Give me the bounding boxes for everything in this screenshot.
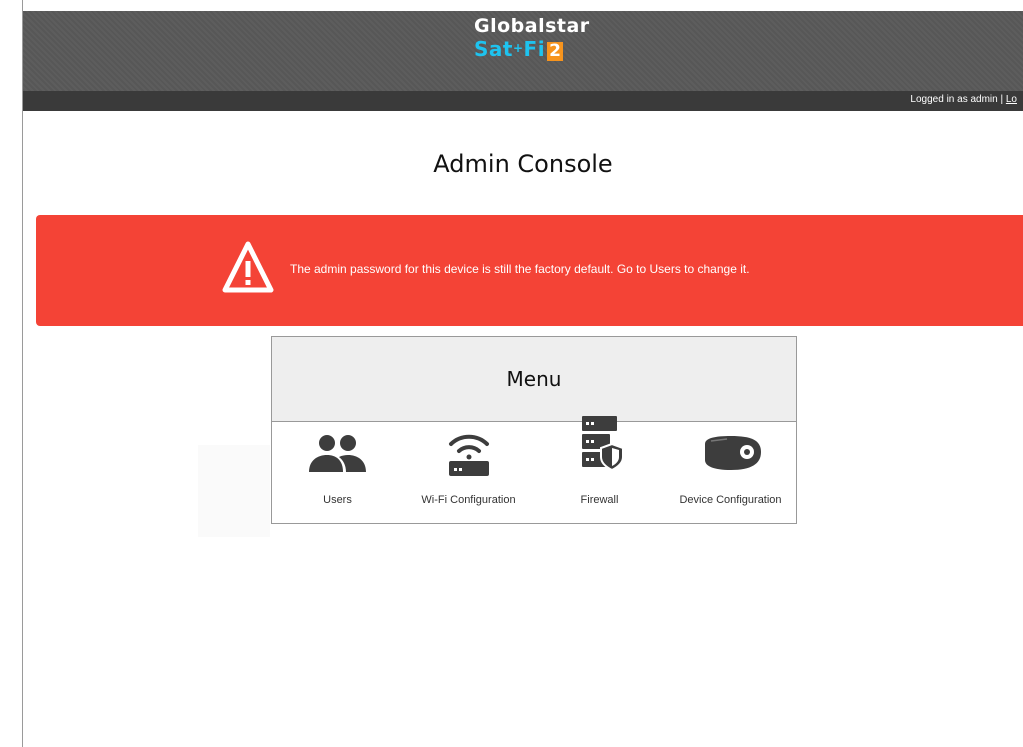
- logo-plus: +: [512, 41, 524, 55]
- menu-item-users[interactable]: Users: [272, 422, 403, 523]
- status-bar: Logged in as admin | Lo: [23, 91, 1023, 111]
- wifi-router-icon: [448, 434, 489, 476]
- left-border: [22, 0, 23, 747]
- menu-item-label: Users: [323, 494, 352, 506]
- menu-item-firewall[interactable]: Firewall: [534, 416, 665, 523]
- firewall-server-icon: [581, 416, 624, 472]
- alert-message: The admin password for this device is st…: [290, 262, 750, 276]
- menu-title: Menu: [272, 337, 796, 422]
- login-status-text: Logged in as admin |: [910, 94, 1006, 105]
- faint-artifact: [198, 445, 270, 537]
- logo-badge: 2: [547, 41, 564, 61]
- menu-panel: Menu Users Wi-Fi Configuration Firewall …: [271, 336, 797, 524]
- logout-link[interactable]: Lo: [1006, 94, 1017, 105]
- warning-triangle-icon: [222, 241, 274, 293]
- globalstar-satfi2-logo: Globalstar Sat+Fi 2: [474, 15, 614, 61]
- logo-text-line2: Sat+Fi 2: [474, 37, 614, 61]
- default-password-alert: The admin password for this device is st…: [36, 215, 1023, 326]
- menu-items: Users Wi-Fi Configuration Firewall Devic…: [272, 416, 796, 523]
- menu-item-label: Device Configuration: [679, 494, 782, 506]
- menu-item-label: Firewall: [580, 494, 619, 506]
- menu-item-wifi-configuration[interactable]: Wi-Fi Configuration: [403, 422, 534, 523]
- users-icon: [308, 435, 366, 472]
- top-header: Globalstar Sat+Fi 2: [23, 11, 1023, 91]
- page-title: Admin Console: [433, 150, 613, 178]
- menu-item-device-configuration[interactable]: Device Configuration: [665, 422, 796, 523]
- logo-fi: Fi: [523, 37, 546, 61]
- device-icon: [704, 436, 761, 470]
- logo-text-line1: Globalstar: [474, 15, 590, 37]
- logo-sat: Sat: [474, 37, 513, 61]
- login-status: Logged in as admin | Lo: [910, 94, 1017, 105]
- menu-item-label: Wi-Fi Configuration: [421, 494, 516, 506]
